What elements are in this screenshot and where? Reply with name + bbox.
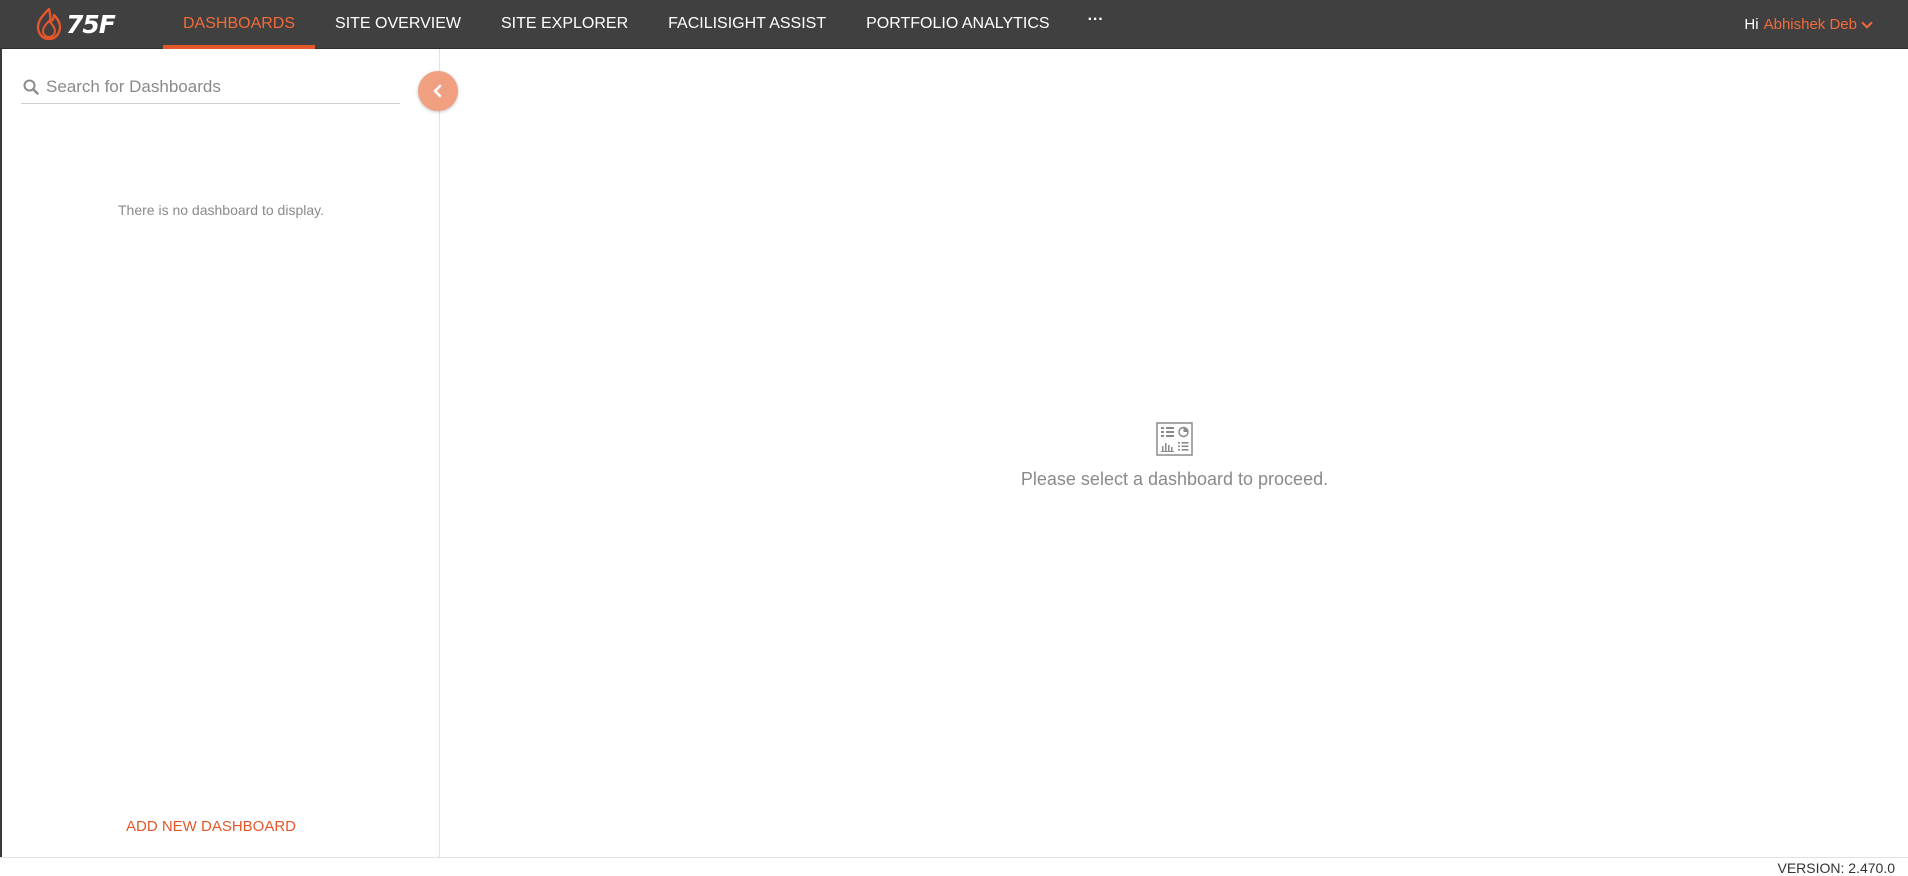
tab-site-overview[interactable]: SITE OVERVIEW (315, 0, 481, 49)
flame-logo-icon (36, 8, 62, 40)
chevron-down-icon (1861, 16, 1873, 29)
add-new-dashboard-button[interactable]: ADD NEW DASHBOARD (2, 818, 420, 835)
footer: VERSION: 2.470.0 (0, 857, 1908, 876)
search-input[interactable] (46, 77, 386, 97)
tab-facilisight-assist[interactable]: FACILISIGHT ASSIST (648, 0, 846, 49)
search-icon (22, 78, 40, 96)
empty-dashboard-message: There is no dashboard to display. (118, 202, 324, 218)
version-label: VERSION: 2.470.0 (1777, 860, 1895, 876)
select-dashboard-message: Please select a dashboard to proceed. (1020, 469, 1329, 489)
tab-dashboards[interactable]: DASHBOARDS (163, 0, 316, 49)
dashboard-content: Please select a dashboard to proceed. (441, 49, 1908, 857)
dashboard-search (21, 71, 400, 104)
logo-wordmark: 75F (66, 9, 116, 39)
tab-site-explorer[interactable]: SITE EXPLORER (481, 0, 648, 49)
top-navigation-bar: 75F DASHBOARDS SITE OVERVIEW SITE EXPLOR… (0, 0, 1908, 49)
empty-state: Please select a dashboard to proceed. (441, 422, 1908, 490)
collapse-sidebar-button[interactable] (418, 71, 458, 111)
dashboard-sidebar: There is no dashboard to display. ADD NE… (2, 49, 440, 857)
chevron-left-icon (433, 84, 442, 98)
greeting-label: Hi (1744, 16, 1759, 33)
user-name: Abhishek Deb (1763, 16, 1857, 33)
user-menu: Hi Abhishek Deb (1744, 0, 1873, 49)
dashboard-icon (1156, 422, 1193, 456)
tab-portfolio-analytics[interactable]: PORTFOLIO ANALYTICS (846, 0, 1069, 49)
brand-logo[interactable]: 75F (36, 6, 116, 42)
user-menu-button[interactable]: Abhishek Deb (1763, 16, 1873, 33)
main-nav: DASHBOARDS SITE OVERVIEW SITE EXPLORER F… (163, 0, 1122, 49)
more-menu-icon[interactable]: ··· (1070, 0, 1122, 49)
